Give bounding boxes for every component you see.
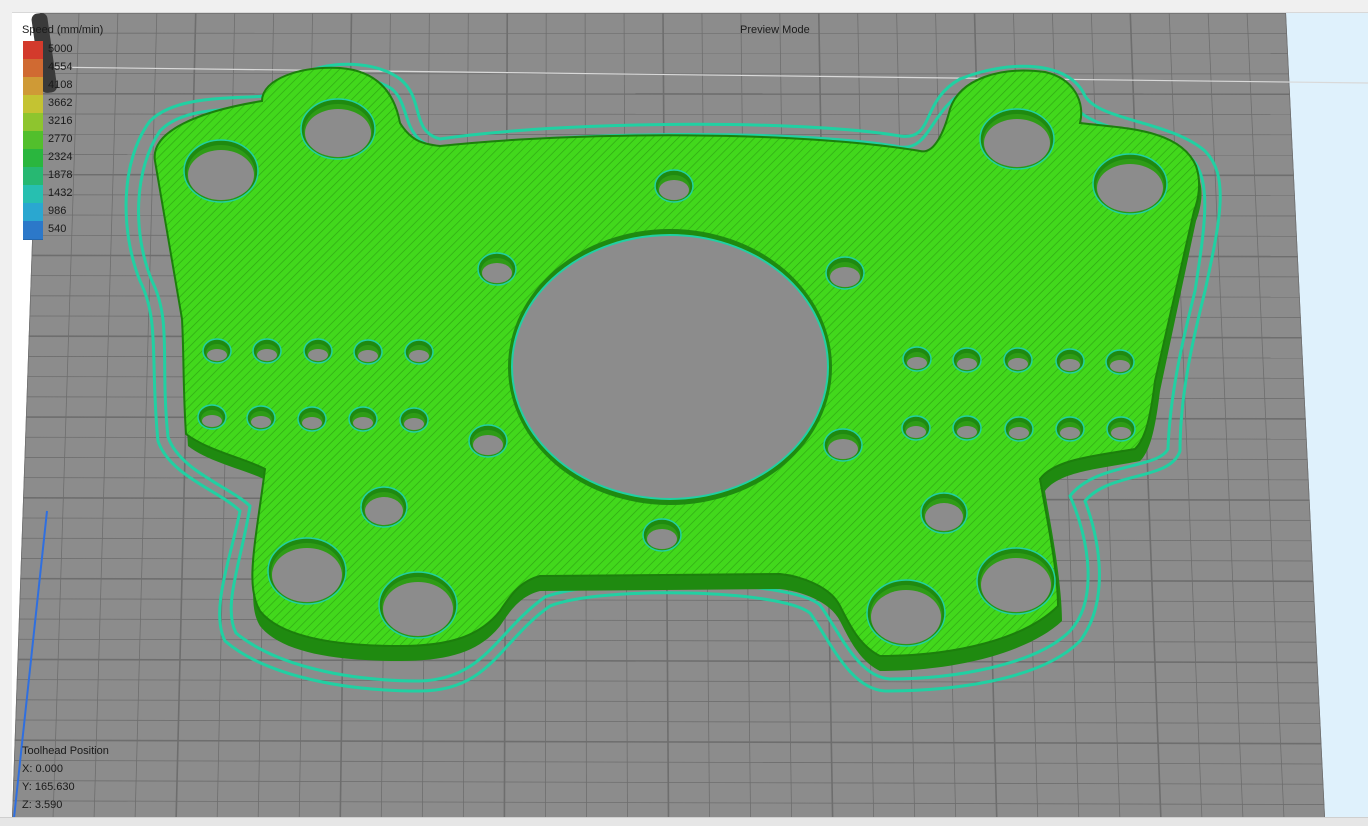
legend-value: 3662 <box>48 97 72 109</box>
legend-item: 4108 <box>23 77 103 95</box>
legend-item: 3662 <box>23 95 103 113</box>
toolhead-z: Z: 3.590 <box>22 796 109 814</box>
hole <box>1110 360 1130 372</box>
legend-item: 3216 <box>23 113 103 131</box>
toolhead-position-panel: Toolhead Position X: 0.000 Y: 165.630 Z:… <box>22 742 109 814</box>
hole <box>305 109 371 157</box>
legend-value: 540 <box>48 223 66 235</box>
legend-item: 1878 <box>23 167 103 185</box>
hole <box>202 415 222 427</box>
preview-viewport[interactable]: Preview Mode Speed (mm/min) 5000 4554 4108… <box>12 12 1368 818</box>
legend-swatch <box>23 185 43 204</box>
hole <box>353 417 373 429</box>
legend-swatch <box>23 167 43 186</box>
legend-item: 1432 <box>23 185 103 203</box>
hole <box>188 150 254 200</box>
hole <box>365 497 403 525</box>
legend-value: 986 <box>48 205 66 217</box>
hole <box>358 350 378 362</box>
hole <box>1097 164 1163 212</box>
legend-swatch <box>23 113 43 132</box>
legend-item: 5000 <box>23 41 103 59</box>
hole <box>404 418 424 430</box>
hole <box>925 503 963 531</box>
hole <box>984 119 1050 167</box>
hole <box>906 426 926 438</box>
legend-item: 540 <box>23 221 103 239</box>
hole <box>957 426 977 438</box>
center-bore <box>512 235 828 499</box>
speed-legend: 5000 4554 4108 3662 3216 2770 2324 1878 1432 986 5… <box>23 41 103 239</box>
hole <box>1060 359 1080 371</box>
legend-swatch <box>23 131 43 150</box>
hole <box>272 548 342 602</box>
legend-swatch <box>23 149 43 168</box>
legend-value: 4108 <box>48 79 72 91</box>
hole <box>907 357 927 369</box>
legend-value: 2770 <box>48 133 72 145</box>
hole <box>409 350 429 362</box>
toolhead-position-title: Toolhead Position <box>22 742 109 760</box>
legend-swatch <box>23 203 43 222</box>
hole <box>251 416 271 428</box>
toolhead-x: X: 0.000 <box>22 760 109 778</box>
toolhead-y: Y: 165.630 <box>22 778 109 796</box>
legend-item: 2770 <box>23 131 103 149</box>
build-plate-scene[interactable] <box>12 13 1368 818</box>
hole <box>871 590 941 644</box>
legend-title: Speed (mm/min) <box>22 23 103 37</box>
legend-swatch <box>23 221 43 240</box>
hole <box>1008 358 1028 370</box>
legend-value: 2324 <box>48 151 72 163</box>
hole <box>482 263 512 283</box>
legend-value: 1878 <box>48 169 72 181</box>
hole <box>1111 427 1131 439</box>
hole <box>302 417 322 429</box>
hole <box>308 349 328 361</box>
hole <box>1009 427 1029 439</box>
legend-value: 1432 <box>48 187 72 199</box>
legend-swatch <box>23 77 43 96</box>
hole <box>257 349 277 361</box>
hole <box>473 435 503 455</box>
legend-value: 5000 <box>48 43 72 55</box>
hole <box>207 349 227 361</box>
legend-swatch <box>23 95 43 114</box>
hole <box>383 582 453 636</box>
legend-item: 2324 <box>23 149 103 167</box>
hole <box>1060 427 1080 439</box>
legend-swatch <box>23 41 43 60</box>
hole <box>957 358 977 370</box>
hole <box>828 439 858 459</box>
hole <box>981 558 1051 612</box>
legend-value: 4554 <box>48 61 72 73</box>
hole <box>659 180 689 200</box>
legend-item: 4554 <box>23 59 103 77</box>
legend-item: 986 <box>23 203 103 221</box>
preview-mode-label: Preview Mode <box>740 23 810 37</box>
legend-swatch <box>23 59 43 78</box>
legend-value: 3216 <box>48 115 72 127</box>
hole <box>830 267 860 287</box>
hole <box>647 529 677 549</box>
